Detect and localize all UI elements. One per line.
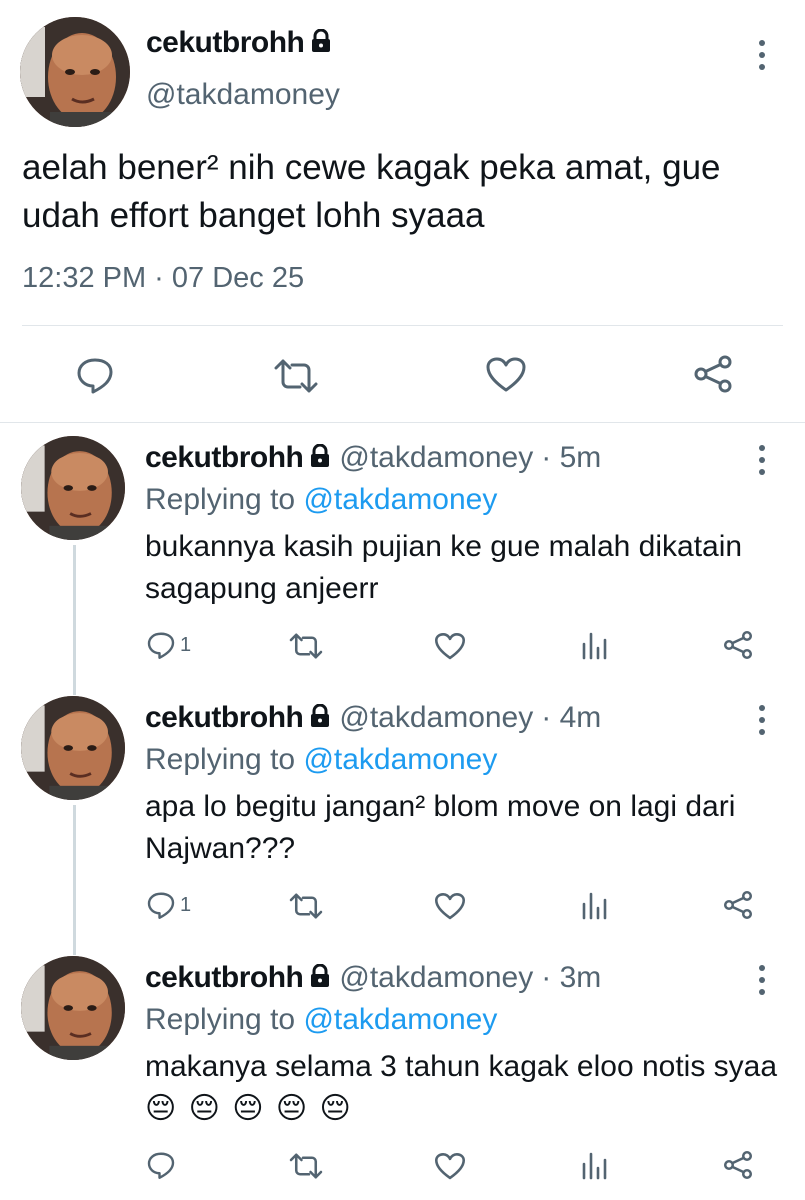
avatar[interactable] <box>20 17 130 127</box>
more-vertical-icon[interactable] <box>757 965 767 995</box>
reply-count: 1 <box>180 633 192 656</box>
replying-prefix: Replying to <box>145 1003 304 1036</box>
reply-count: 1 <box>180 893 192 916</box>
retweet-button[interactable] <box>288 892 324 920</box>
reply-author-line: cekutbrohh @takdamoney · 4m <box>145 701 601 736</box>
reply-bubble-icon <box>147 1152 175 1179</box>
reply-text: bukannya kasih pujian ke gue malah dikat… <box>145 530 743 605</box>
author-name-text[interactable]: cekutbrohh <box>145 961 304 994</box>
author-handle[interactable]: @takdamoney <box>146 78 340 112</box>
author-name-text[interactable]: cekutbrohh <box>146 26 305 59</box>
replying-to-link[interactable]: @takdamoney <box>303 743 497 776</box>
more-vertical-icon[interactable] <box>757 445 767 475</box>
author-handle[interactable]: @takdamoney <box>339 441 533 474</box>
share-icon <box>694 355 732 393</box>
share-button[interactable] <box>722 890 754 920</box>
views-button[interactable] <box>580 1150 608 1180</box>
avatar-photo <box>21 696 125 800</box>
replying-to: Replying to @takdamoney <box>145 743 497 777</box>
reply-time: · 4m <box>541 701 602 734</box>
tweet-text: aelah bener² nih cewe kagak peka amat, g… <box>22 148 721 235</box>
divider <box>22 325 783 326</box>
reply-text: makanya selama 3 tahun kagak eloo notis … <box>145 1046 785 1130</box>
lock-icon <box>309 962 331 996</box>
views-bar-icon <box>582 632 607 660</box>
views-bar-icon <box>582 892 607 920</box>
reply-button[interactable]: 1 <box>146 630 191 660</box>
more-vertical-icon[interactable] <box>757 705 767 735</box>
author-name[interactable]: cekutbrohh <box>146 26 332 61</box>
retweet-icon <box>289 1153 323 1179</box>
lock-icon <box>309 702 331 736</box>
reply-button[interactable] <box>75 355 115 395</box>
heart-icon <box>434 893 466 920</box>
reply-author-line: cekutbrohh @takdamoney · 3m <box>145 961 601 996</box>
more-vertical-icon[interactable] <box>757 40 767 70</box>
share-button[interactable] <box>722 630 754 660</box>
retweet-button[interactable] <box>288 1152 324 1180</box>
heart-icon <box>486 357 526 392</box>
views-bar-icon <box>582 1152 607 1180</box>
author-handle[interactable]: @takdamoney <box>339 701 533 734</box>
replying-to: Replying to @takdamoney <box>145 1003 497 1037</box>
emoji-sequence: 😔 😔 😔 😔 😔 <box>145 1092 353 1125</box>
share-icon <box>723 630 753 660</box>
avatar[interactable] <box>21 956 125 1060</box>
tweet-thread-page: cekutbrohh @takdamoney aelah bener² nih … <box>0 0 805 1200</box>
reply-button[interactable]: 1 <box>146 890 191 920</box>
reply-author-line: cekutbrohh @takdamoney · 5m <box>145 441 601 476</box>
reply-bubble-icon <box>147 892 175 919</box>
reply-button[interactable] <box>146 1150 180 1180</box>
like-button[interactable] <box>434 632 466 661</box>
author-handle[interactable]: @takdamoney <box>339 961 533 994</box>
lock-icon <box>309 442 331 476</box>
replying-prefix: Replying to <box>145 483 304 516</box>
reply-time: · 3m <box>541 961 602 994</box>
tweet-timestamp: 12:32 PM · 07 Dec 25 <box>22 262 305 294</box>
divider <box>0 422 805 423</box>
author-name-text[interactable]: cekutbrohh <box>145 441 304 474</box>
reply-bubble-icon <box>147 632 175 659</box>
replying-to: Replying to @takdamoney <box>145 483 497 517</box>
replying-to-link[interactable]: @takdamoney <box>303 1003 497 1036</box>
reply-text-body: makanya selama 3 tahun kagak eloo notis … <box>145 1050 778 1083</box>
like-button[interactable] <box>485 356 527 394</box>
retweet-icon <box>289 633 323 659</box>
share-icon <box>723 1150 753 1180</box>
avatar-photo <box>21 956 125 1060</box>
reply-time: · 5m <box>541 441 602 474</box>
retweet-button[interactable] <box>272 358 320 394</box>
retweet-icon <box>289 893 323 919</box>
replying-prefix: Replying to <box>145 743 304 776</box>
views-button[interactable] <box>580 630 608 660</box>
heart-icon <box>434 633 466 660</box>
retweet-button[interactable] <box>288 632 324 660</box>
share-icon <box>723 890 753 920</box>
share-button[interactable] <box>722 1150 754 1180</box>
avatar[interactable] <box>21 436 125 540</box>
like-button[interactable] <box>434 892 466 921</box>
avatar-photo <box>20 17 130 127</box>
replying-to-link[interactable]: @takdamoney <box>303 483 497 516</box>
views-button[interactable] <box>580 890 608 920</box>
lock-icon <box>310 27 332 61</box>
avatar-photo <box>21 436 125 540</box>
reply-text: apa lo begitu jangan² blom move on lagi … <box>145 790 736 865</box>
share-button[interactable] <box>692 354 734 394</box>
retweet-icon <box>274 359 318 393</box>
avatar[interactable] <box>21 696 125 800</box>
author-name-text[interactable]: cekutbrohh <box>145 701 304 734</box>
reply-bubble-icon <box>77 358 113 394</box>
thread-connector <box>73 545 76 695</box>
like-button[interactable] <box>434 1152 466 1181</box>
heart-icon <box>434 1153 466 1180</box>
thread-connector <box>73 805 76 955</box>
